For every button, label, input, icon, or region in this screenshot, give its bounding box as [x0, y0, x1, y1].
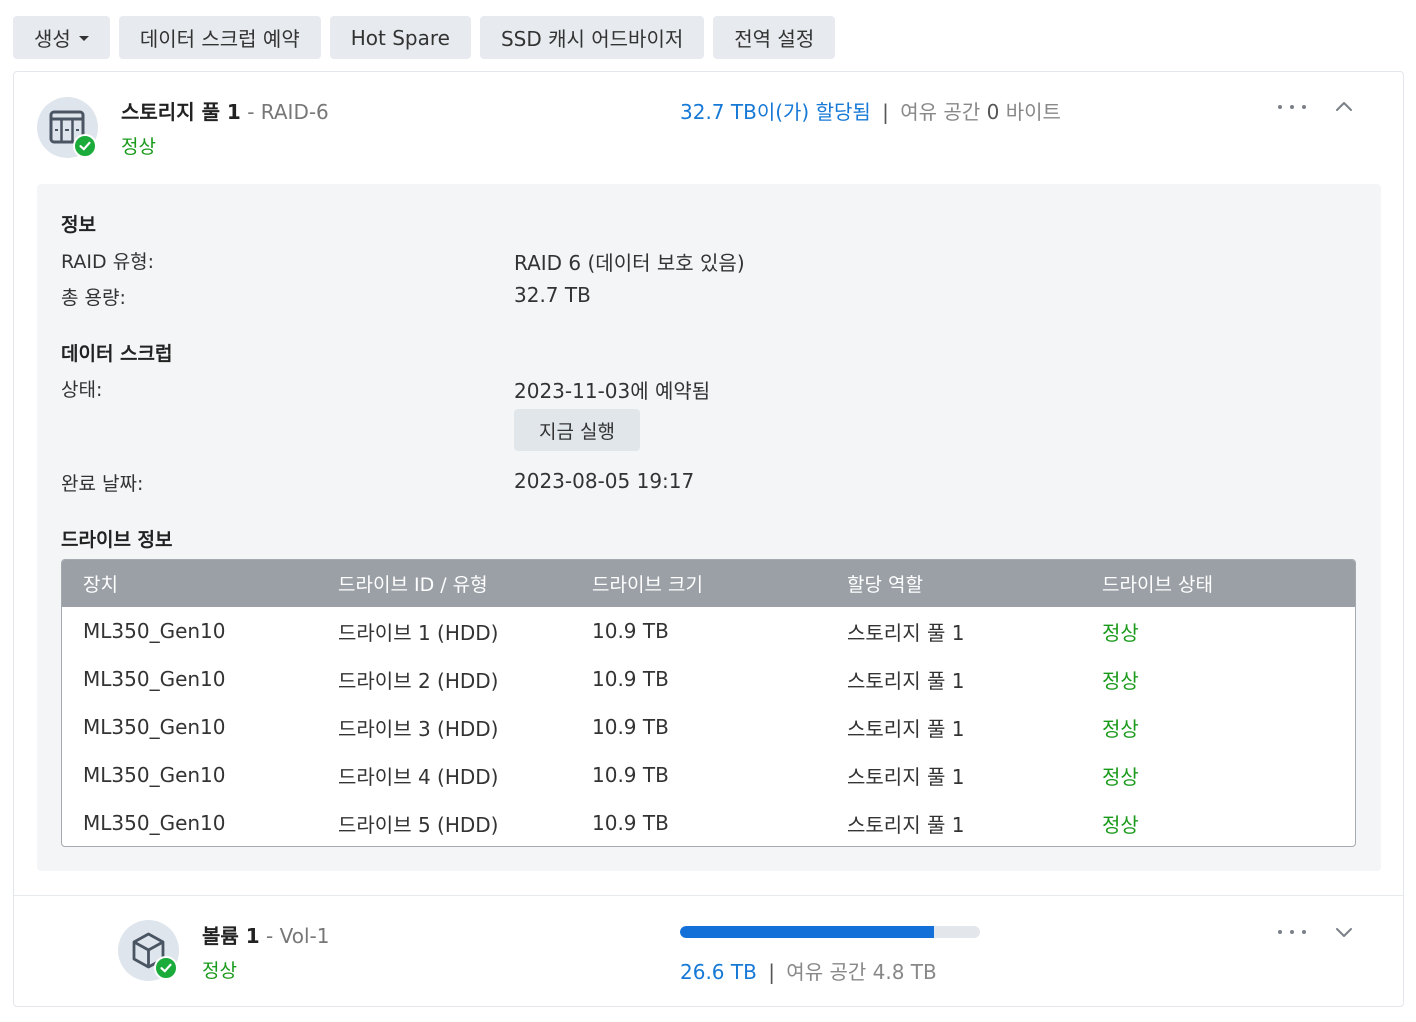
pool-free-label: 여유 공간 — [900, 100, 981, 124]
caret-down-icon — [78, 36, 89, 41]
table-row[interactable]: ML350_Gen10 드라이브 2 (HDD) 10.9 TB 스토리지 풀 … — [62, 655, 1355, 703]
create-dropdown-button[interactable]: 생성 — [13, 16, 110, 59]
pool-allocated: 32.7 TB이(가) 할당됨 — [680, 100, 871, 124]
volume-usage-fill — [680, 926, 935, 938]
volume-status: 정상 — [202, 960, 237, 982]
completed-value: 2023-08-05 19:17 — [514, 469, 695, 493]
volume-usage-text: 26.6 TB | 여유 공간 4.8 TB — [680, 956, 937, 985]
schedule-scrub-button[interactable]: 데이터 스크럽 예약 — [118, 16, 321, 59]
pool-allocation: 32.7 TB이(가) 할당됨 | 여유 공간 0 바이트 — [680, 96, 1061, 125]
column-header-device[interactable]: 장치 — [83, 570, 118, 597]
table-header: 장치 드라이브 ID / 유형 드라이브 크기 할당 역할 드라이브 상태 — [62, 560, 1355, 607]
completed-label: 완료 날짜: — [61, 473, 144, 495]
pool-free-unit: 바이트 — [1005, 100, 1061, 124]
drive-id-cell: 드라이브 3 (HDD) — [338, 716, 499, 741]
create-label: 생성 — [34, 27, 71, 51]
toolbar: 생성 데이터 스크럽 예약 Hot Spare SSD 캐시 어드바이저 전역 … — [13, 16, 836, 59]
drive-id-cell: 드라이브 1 (HDD) — [338, 620, 499, 645]
status-ok-badge — [73, 134, 97, 158]
drive-status-cell: 정상 — [1102, 716, 1139, 741]
checkmark-icon — [79, 141, 91, 151]
pool-title: 스토리지 풀 1 - RAID-6 — [121, 96, 329, 125]
table-row[interactable]: ML350_Gen10 드라이브 3 (HDD) 10.9 TB 스토리지 풀 … — [62, 703, 1355, 751]
volume-more-icon[interactable] — [1278, 922, 1306, 942]
volume-subtitle: - Vol-1 — [266, 924, 330, 948]
drive-status-cell: 정상 — [1102, 764, 1139, 789]
volume-usage-bar — [680, 926, 980, 938]
hot-spare-button[interactable]: Hot Spare — [329, 16, 471, 59]
role-cell: 스토리지 풀 1 — [847, 620, 965, 645]
device-cell: ML350_Gen10 — [83, 667, 226, 691]
chevron-down-icon[interactable] — [1334, 922, 1354, 942]
drive-id-cell: 드라이브 2 (HDD) — [338, 668, 499, 693]
table-row[interactable]: ML350_Gen10 드라이브 1 (HDD) 10.9 TB 스토리지 풀 … — [62, 607, 1355, 655]
pool-status: 정상 — [121, 136, 156, 158]
device-cell: ML350_Gen10 — [83, 715, 226, 739]
checkmark-icon — [160, 963, 172, 973]
role-cell: 스토리지 풀 1 — [847, 668, 965, 693]
pool-more-icon[interactable] — [1278, 97, 1306, 117]
size-cell: 10.9 TB — [592, 619, 669, 643]
role-cell: 스토리지 풀 1 — [847, 716, 965, 741]
volume-title: 볼륨 1 - Vol-1 — [202, 920, 329, 949]
raid-type-value: RAID 6 (데이터 보호 있음) — [514, 251, 745, 275]
volume-avatar — [118, 920, 179, 981]
divider — [14, 895, 1403, 896]
chevron-up-icon[interactable] — [1334, 97, 1354, 117]
capacity-label: 총 용량: — [61, 287, 126, 309]
drive-id-cell: 드라이브 5 (HDD) — [338, 812, 499, 837]
pool-detail-panel: 정보 RAID 유형: RAID 6 (데이터 보호 있음) 총 용량: 32.… — [37, 184, 1381, 871]
role-cell: 스토리지 풀 1 — [847, 764, 965, 789]
size-cell: 10.9 TB — [592, 811, 669, 835]
device-cell: ML350_Gen10 — [83, 619, 226, 643]
column-header-role[interactable]: 할당 역할 — [847, 570, 923, 597]
volume-name: 볼륨 1 — [202, 924, 260, 948]
scrub-status-value: 2023-11-03에 예약됨 — [514, 379, 711, 403]
table-row[interactable]: ML350_Gen10 드라이브 4 (HDD) 10.9 TB 스토리지 풀 … — [62, 751, 1355, 799]
pool-name: 스토리지 풀 1 — [121, 100, 241, 124]
volume-free: 여유 공간 4.8 TB — [786, 960, 937, 984]
separator: | — [768, 960, 775, 984]
table-row[interactable]: ML350_Gen10 드라이브 5 (HDD) 10.9 TB 스토리지 풀 … — [62, 799, 1355, 846]
ssd-cache-advisor-button[interactable]: SSD 캐시 어드바이저 — [479, 16, 705, 59]
pool-free-value: 0 — [986, 100, 1000, 124]
device-cell: ML350_Gen10 — [83, 811, 226, 835]
role-cell: 스토리지 풀 1 — [847, 812, 965, 837]
global-settings-button[interactable]: 전역 설정 — [713, 16, 836, 59]
drive-status-cell: 정상 — [1102, 620, 1139, 645]
info-section-title: 정보 — [61, 214, 96, 236]
column-header-status[interactable]: 드라이브 상태 — [1102, 570, 1213, 597]
size-cell: 10.9 TB — [592, 667, 669, 691]
column-header-drive-id[interactable]: 드라이브 ID / 유형 — [338, 570, 488, 597]
volume-used: 26.6 TB — [680, 960, 757, 984]
capacity-value: 32.7 TB — [514, 283, 591, 307]
scrub-status-label: 상태: — [61, 379, 103, 401]
drive-status-cell: 정상 — [1102, 668, 1139, 693]
drives-section-title: 드라이브 정보 — [61, 529, 173, 551]
separator: | — [882, 100, 889, 124]
device-cell: ML350_Gen10 — [83, 763, 226, 787]
size-cell: 10.9 TB — [592, 763, 669, 787]
column-header-size[interactable]: 드라이브 크기 — [592, 570, 703, 597]
storage-pool-avatar — [37, 97, 98, 158]
drive-table: 장치 드라이브 ID / 유형 드라이브 크기 할당 역할 드라이브 상태 ML… — [61, 559, 1356, 847]
pool-subtitle: - RAID-6 — [247, 100, 329, 124]
storage-pool-card: 스토리지 풀 1 - RAID-6 정상 32.7 TB이(가) 할당됨 | 여… — [13, 71, 1404, 1007]
drive-id-cell: 드라이브 4 (HDD) — [338, 764, 499, 789]
status-ok-badge — [154, 956, 178, 980]
raid-type-label: RAID 유형: — [61, 251, 155, 273]
drive-status-cell: 정상 — [1102, 812, 1139, 837]
run-now-button[interactable]: 지금 실행 — [514, 409, 640, 451]
scrub-section-title: 데이터 스크럽 — [61, 343, 173, 365]
size-cell: 10.9 TB — [592, 715, 669, 739]
